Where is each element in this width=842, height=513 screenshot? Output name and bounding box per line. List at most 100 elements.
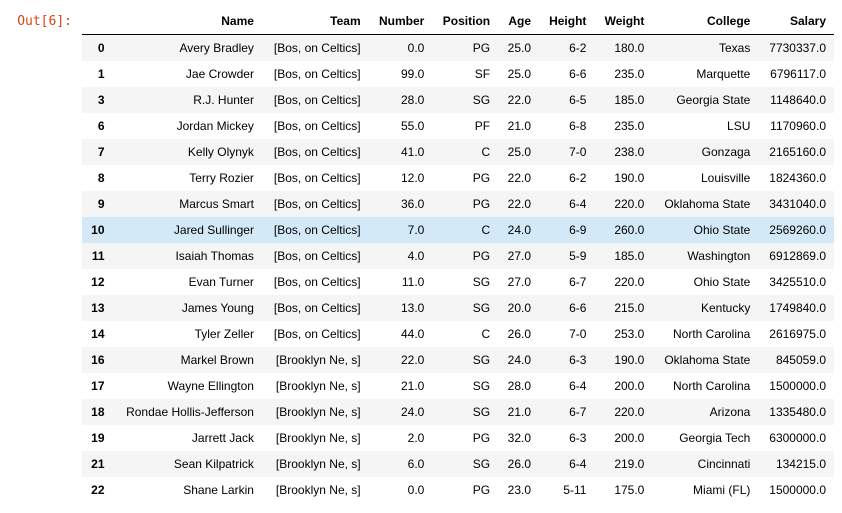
cell: [Brooklyn Ne, s] <box>262 451 369 477</box>
cell: Jae Crowder <box>113 61 262 87</box>
table-row: 22Shane Larkin[Brooklyn Ne, s]0.0PG23.05… <box>82 477 834 503</box>
cell: 180.0 <box>594 35 652 62</box>
cell: Avery Bradley <box>113 35 262 62</box>
row-index: 18 <box>82 399 113 425</box>
cell: 21.0 <box>369 373 433 399</box>
cell: 22.0 <box>498 191 539 217</box>
table-row: 11Isaiah Thomas[Bos, on Celtics]4.0PG27.… <box>82 243 834 269</box>
cell: 1148640.0 <box>758 87 834 113</box>
cell: PG <box>432 35 498 62</box>
cell: 0.0 <box>369 477 433 503</box>
cell: SG <box>432 347 498 373</box>
cell: Georgia State <box>652 87 758 113</box>
cell: C <box>432 139 498 165</box>
cell: 28.0 <box>369 87 433 113</box>
cell: 13.0 <box>369 295 433 321</box>
row-index: 0 <box>82 35 113 62</box>
table-header: NameTeamNumberPositionAgeHeightWeightCol… <box>82 8 834 35</box>
cell: SG <box>432 451 498 477</box>
cell: North Carolina <box>652 373 758 399</box>
cell: 219.0 <box>594 451 652 477</box>
cell: 1824360.0 <box>758 165 834 191</box>
cell: 200.0 <box>594 425 652 451</box>
cell: [Bos, on Celtics] <box>262 113 369 139</box>
cell: 1335480.0 <box>758 399 834 425</box>
cell: 26.0 <box>498 321 539 347</box>
cell: SF <box>432 61 498 87</box>
cell: 235.0 <box>594 113 652 139</box>
cell: 7-0 <box>539 321 594 347</box>
cell: Marcus Smart <box>113 191 262 217</box>
cell: 6-4 <box>539 191 594 217</box>
cell: 11.0 <box>369 269 433 295</box>
cell: 6-4 <box>539 373 594 399</box>
cell: PG <box>432 243 498 269</box>
row-index: 3 <box>82 87 113 113</box>
cell: Oklahoma State <box>652 347 758 373</box>
cell: [Brooklyn Ne, s] <box>262 425 369 451</box>
cell: 6-2 <box>539 165 594 191</box>
row-index: 6 <box>82 113 113 139</box>
cell: [Bos, on Celtics] <box>262 165 369 191</box>
table-row: 10Jared Sullinger[Bos, on Celtics]7.0C24… <box>82 217 834 243</box>
cell: 25.0 <box>498 139 539 165</box>
table-row: 6Jordan Mickey[Bos, on Celtics]55.0PF21.… <box>82 113 834 139</box>
column-header: Age <box>498 8 539 35</box>
table-row: 12Evan Turner[Bos, on Celtics]11.0SG27.0… <box>82 269 834 295</box>
cell: C <box>432 321 498 347</box>
cell: 22.0 <box>498 165 539 191</box>
row-index: 10 <box>82 217 113 243</box>
table-row: 21Sean Kilpatrick[Brooklyn Ne, s]6.0SG26… <box>82 451 834 477</box>
cell: 175.0 <box>594 477 652 503</box>
cell: 1170960.0 <box>758 113 834 139</box>
cell: 27.0 <box>498 269 539 295</box>
cell: 2.0 <box>369 425 433 451</box>
cell: 845059.0 <box>758 347 834 373</box>
cell: SG <box>432 399 498 425</box>
table-row: 18Rondae Hollis-Jefferson[Brooklyn Ne, s… <box>82 399 834 425</box>
cell: Jarrett Jack <box>113 425 262 451</box>
cell: [Brooklyn Ne, s] <box>262 373 369 399</box>
table-row: 9Marcus Smart[Bos, on Celtics]36.0PG22.0… <box>82 191 834 217</box>
cell: [Bos, on Celtics] <box>262 321 369 347</box>
cell: 2616975.0 <box>758 321 834 347</box>
cell: SG <box>432 269 498 295</box>
cell: Kentucky <box>652 295 758 321</box>
row-index: 8 <box>82 165 113 191</box>
cell: Texas <box>652 35 758 62</box>
cell: [Bos, on Celtics] <box>262 269 369 295</box>
cell: C <box>432 217 498 243</box>
cell: 28.0 <box>498 373 539 399</box>
cell: 6-6 <box>539 295 594 321</box>
column-header: Team <box>262 8 369 35</box>
cell: 41.0 <box>369 139 433 165</box>
cell: 24.0 <box>498 217 539 243</box>
cell: 185.0 <box>594 87 652 113</box>
row-index: 22 <box>82 477 113 503</box>
cell: [Brooklyn Ne, s] <box>262 399 369 425</box>
cell: 7730337.0 <box>758 35 834 62</box>
cell: PG <box>432 425 498 451</box>
cell: 3425510.0 <box>758 269 834 295</box>
row-index: 13 <box>82 295 113 321</box>
row-index: 11 <box>82 243 113 269</box>
cell: Isaiah Thomas <box>113 243 262 269</box>
cell: 12.0 <box>369 165 433 191</box>
cell: 6-9 <box>539 217 594 243</box>
cell: Markel Brown <box>113 347 262 373</box>
cell: 24.0 <box>369 399 433 425</box>
cell: Ohio State <box>652 269 758 295</box>
cell: 2165160.0 <box>758 139 834 165</box>
cell: Washington <box>652 243 758 269</box>
cell: [Brooklyn Ne, s] <box>262 477 369 503</box>
table-row: 0Avery Bradley[Bos, on Celtics]0.0PG25.0… <box>82 35 834 62</box>
table-row: 8Terry Rozier[Bos, on Celtics]12.0PG22.0… <box>82 165 834 191</box>
cell: 6-3 <box>539 425 594 451</box>
cell: Gonzaga <box>652 139 758 165</box>
cell: North Carolina <box>652 321 758 347</box>
cell: Terry Rozier <box>113 165 262 191</box>
cell: 27.0 <box>498 243 539 269</box>
cell: Shane Larkin <box>113 477 262 503</box>
cell: 1500000.0 <box>758 373 834 399</box>
cell: 4.0 <box>369 243 433 269</box>
